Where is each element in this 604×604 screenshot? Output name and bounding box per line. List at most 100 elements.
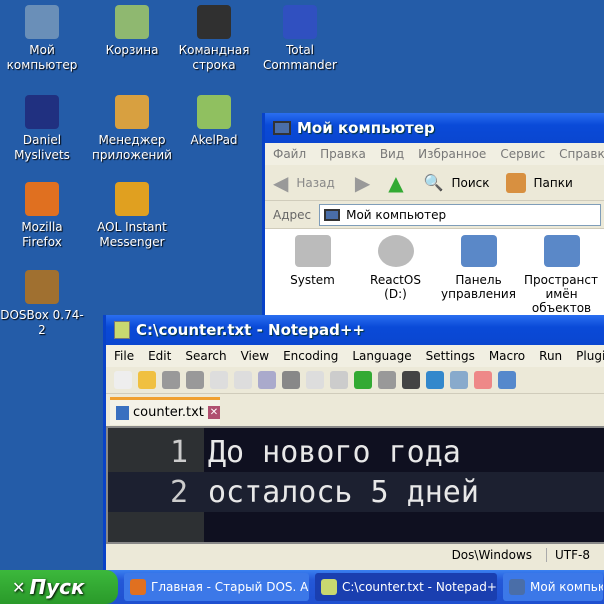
notepad-title: C:\counter.txt - Notepad++ [136, 321, 365, 339]
notepad-titlebar[interactable]: C:\counter.txt - Notepad++ [106, 315, 604, 345]
desktop-icon[interactable]: Daniel Myslivets [0, 95, 84, 163]
explorer-item[interactable]: Панель управления [441, 235, 516, 323]
find-icon[interactable] [402, 371, 420, 389]
desktop-icon-label: Корзина [105, 43, 159, 57]
new-file-icon[interactable] [114, 371, 132, 389]
line-text: До нового года [208, 434, 461, 470]
notepad-icon [114, 321, 130, 339]
computer-icon [324, 208, 341, 221]
reactos-drive-icon [377, 235, 414, 267]
editor-line: 2 осталось 5 дней [108, 472, 604, 512]
folders-button[interactable]: Папки [534, 176, 573, 190]
print-icon[interactable] [258, 371, 276, 389]
desktop-icon[interactable]: Менеджер приложений [90, 95, 174, 163]
desktop-icon-label: AkelPad [190, 133, 238, 147]
taskbar-button[interactable]: Главная - Старый DOS. А... [124, 573, 309, 601]
taskbar-button[interactable]: Мой компьютер [503, 573, 603, 601]
aim-icon [115, 182, 149, 216]
back-arrow-icon[interactable]: ◀ [273, 171, 288, 195]
undo-icon[interactable] [354, 371, 372, 389]
address-label: Адрес [273, 207, 312, 222]
console-icon [197, 5, 231, 39]
menu-item[interactable]: Избранное [418, 147, 486, 161]
namespace-folder-icon [543, 235, 580, 267]
menu-item[interactable]: Правка [320, 147, 366, 161]
explorer-item[interactable]: Пространство имён объектов [524, 235, 599, 323]
tab-counter-txt[interactable]: counter.txt ✕ [110, 397, 220, 425]
cut-icon[interactable] [282, 371, 300, 389]
eol-status: Dos\Windows [451, 548, 533, 562]
line-number: 1 [169, 434, 188, 470]
copy-icon[interactable] [306, 371, 324, 389]
zoom-out-icon[interactable] [474, 371, 492, 389]
recycle-bin-icon [115, 5, 149, 39]
open-file-icon[interactable] [138, 371, 156, 389]
forward-arrow-icon[interactable]: ▶ [355, 171, 370, 195]
menu-item[interactable]: Edit [148, 349, 171, 363]
editor[interactable]: 1 До нового года 2 осталось 5 дней [106, 426, 604, 544]
menu-item[interactable]: Вид [380, 147, 404, 161]
menu-item[interactable]: Language [352, 349, 411, 363]
sync-icon[interactable] [498, 371, 516, 389]
taskbar-button[interactable]: C:\counter.txt - Notepad++ [315, 573, 497, 601]
dosbox-icon [25, 270, 59, 304]
save-icon[interactable] [162, 371, 180, 389]
menu-item[interactable]: Macro [489, 349, 525, 363]
menu-item[interactable]: Plugins [576, 349, 604, 363]
address-bar[interactable]: Мой компьютер [319, 203, 601, 226]
explorer-item[interactable]: ReactOS (D:) [358, 235, 433, 323]
notepad-icon [321, 579, 337, 595]
menu-item[interactable]: Encoding [283, 349, 338, 363]
desktop-icon-label: Менеджер приложений [92, 133, 172, 162]
explorer-titlebar[interactable]: Мой компьютер [265, 113, 604, 143]
menu-item[interactable]: Run [539, 349, 562, 363]
paste-icon[interactable] [330, 371, 348, 389]
close-tab-icon[interactable]: ✕ [207, 406, 220, 419]
desktop-icon[interactable]: Командная строка [172, 5, 256, 73]
search-button[interactable]: Поиск [452, 176, 490, 190]
menu-item[interactable]: Справка [559, 147, 604, 161]
menu-item[interactable]: Файл [273, 147, 306, 161]
explorer-title: Мой компьютер [297, 119, 435, 137]
desktop-icon-label: Мой компьютер [6, 43, 78, 72]
package-icon [115, 95, 149, 129]
desktop-icon-label: Total Commander [263, 43, 337, 72]
desktop-icon[interactable]: Корзина [90, 5, 174, 58]
desktop-icon[interactable]: Мой компьютер [0, 5, 84, 73]
close-icon[interactable] [210, 371, 228, 389]
notepad-icon [197, 95, 231, 129]
explorer-item[interactable]: System [275, 235, 350, 323]
firefox-icon [25, 182, 59, 216]
close-all-icon[interactable] [234, 371, 252, 389]
desktop-icon-label: Daniel Myslivets [14, 133, 70, 162]
up-arrow-icon[interactable]: ▲ [388, 171, 403, 195]
desktop-icon-label: AOL Instant Messenger [97, 220, 167, 249]
folders-icon [505, 172, 526, 193]
replace-icon[interactable] [426, 371, 444, 389]
desktop-icon-label: Mozilla Firefox [21, 220, 63, 249]
desktop-icon[interactable]: Total Commander [258, 5, 342, 73]
redo-icon[interactable] [378, 371, 396, 389]
explorer-window: Мой компьютер Файл Правка Вид Избранное Серв… [262, 113, 604, 329]
dm-logo-icon [25, 95, 59, 129]
save-all-icon[interactable] [186, 371, 204, 389]
back-button[interactable]: Назад [296, 176, 334, 190]
menu-item[interactable]: Search [185, 349, 226, 363]
desktop-icon[interactable]: AkelPad [172, 95, 256, 148]
desktop-icon[interactable]: Mozilla Firefox [0, 182, 84, 250]
notepad-window: C:\counter.txt - Notepad++ File Edit Searc… [103, 315, 604, 575]
computer-icon [273, 121, 291, 135]
encoding-status: UTF-8 [546, 548, 590, 562]
desktop-icon[interactable]: DOSBox 0.74-2 [0, 270, 84, 338]
menu-item[interactable]: File [114, 349, 134, 363]
menu-item[interactable]: Сервис [500, 147, 545, 161]
computer-icon [509, 579, 525, 595]
desktop-icon-label: DOSBox 0.74-2 [0, 308, 84, 337]
drive-icon [294, 235, 331, 267]
menu-item[interactable]: View [241, 349, 269, 363]
taskbar: ✕ Пуск Главная - Старый DOS. А... C:\count… [0, 570, 604, 604]
start-button[interactable]: ✕ Пуск [0, 570, 118, 604]
menu-item[interactable]: Settings [426, 349, 475, 363]
zoom-in-icon[interactable] [450, 371, 468, 389]
desktop-icon[interactable]: AOL Instant Messenger [90, 182, 174, 250]
